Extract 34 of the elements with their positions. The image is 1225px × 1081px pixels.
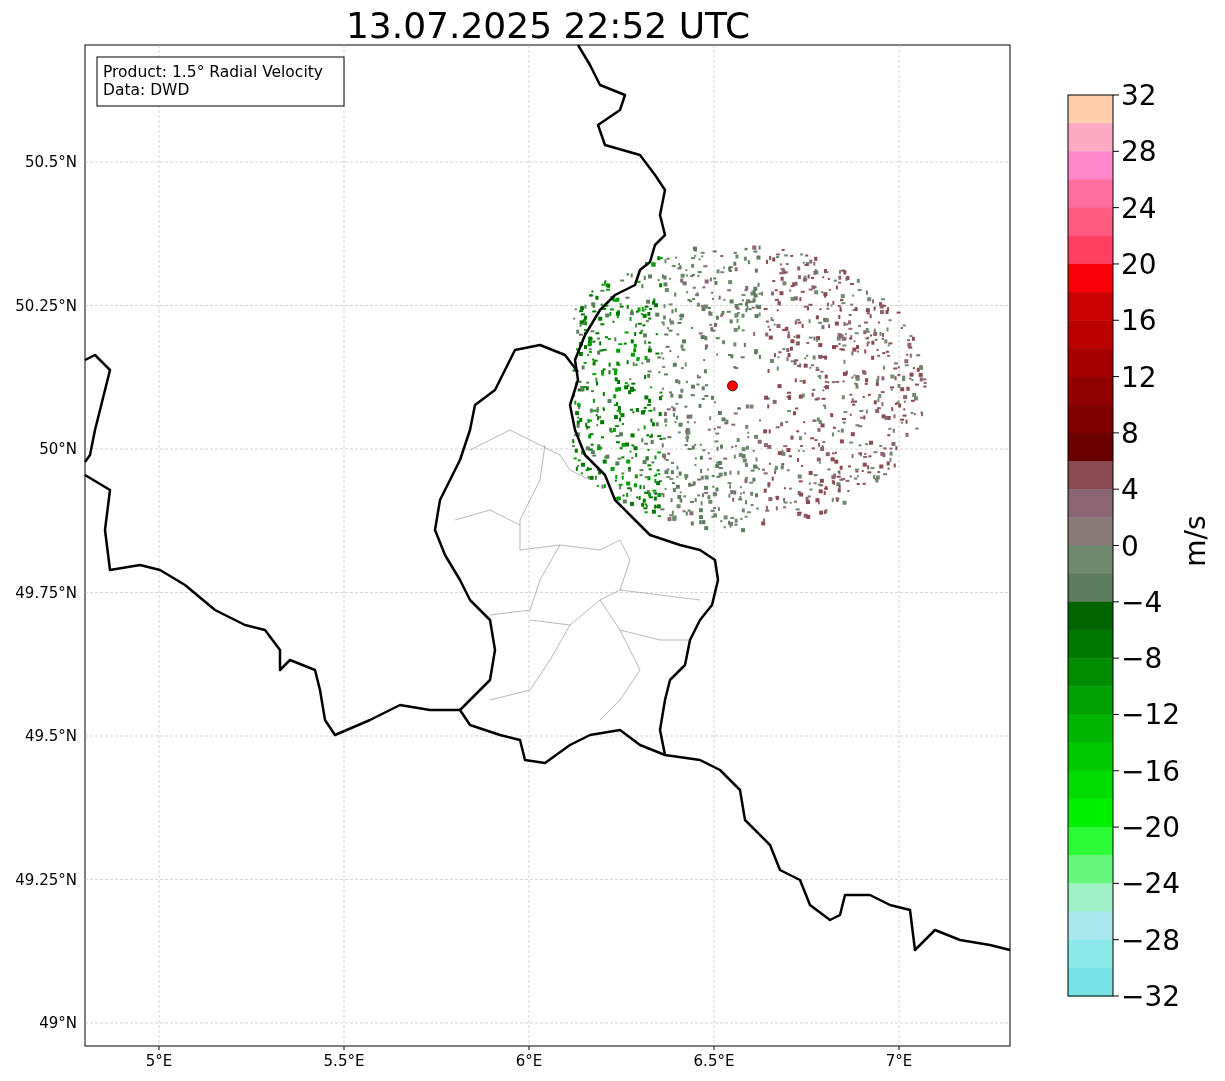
colorbar-tick-label: −20 xyxy=(1121,811,1181,845)
legend-text: Product: 1.5° Radial Velocity xyxy=(103,63,323,81)
colorbar-tick-label: −8 xyxy=(1121,642,1163,676)
axis-tick-label: 50°N xyxy=(39,440,77,458)
colorbar-tick-label: 32 xyxy=(1121,79,1157,112)
axis-tick-label: 50.5°N xyxy=(24,153,77,171)
colorbar-tick-label: 12 xyxy=(1121,360,1157,394)
axis-tick-label: 6°E xyxy=(515,1052,543,1070)
chart-title: 13.07.2025 22:52 UTC xyxy=(345,5,751,46)
axis-tick-label: 5°E xyxy=(145,1052,173,1070)
colorbar-tick-label: −28 xyxy=(1121,923,1181,957)
axis-tick-label: 49.5°N xyxy=(24,727,77,745)
axis-tick-label: 49°N xyxy=(39,1014,77,1032)
colorbar-tick-label: 16 xyxy=(1121,304,1157,338)
legend-text: Data: DWD xyxy=(103,81,190,99)
colorbar-tick-label: 24 xyxy=(1121,191,1157,225)
axis-tick-label: 49.25°N xyxy=(15,870,77,889)
colorbar-tick-label: −24 xyxy=(1121,867,1181,901)
colorbar-tick-label: 4 xyxy=(1121,473,1139,507)
axis-tick-label: 50.25°N xyxy=(15,296,77,315)
radar-site-marker xyxy=(727,380,738,392)
colorbar-tick-label: 8 xyxy=(1121,416,1139,450)
axis-tick-label: 6.5°E xyxy=(693,1052,735,1070)
axis-tick-label: 5.5°E xyxy=(323,1052,365,1070)
colorbar-tick-label: −12 xyxy=(1121,698,1181,732)
axis-tick-label: 7°E xyxy=(885,1052,913,1070)
colorbar-tick-label: −4 xyxy=(1121,585,1163,619)
colorbar-tick-label: 0 xyxy=(1121,529,1139,563)
axis-tick-label: 49.75°N xyxy=(15,583,77,602)
colorbar-tick-label: −32 xyxy=(1121,980,1181,1013)
colorbar-tick-label: −16 xyxy=(1121,754,1181,788)
colorbar-tick-label: 20 xyxy=(1121,247,1157,281)
colorbar-label: m/s xyxy=(1179,515,1212,567)
colorbar-tick-label: 28 xyxy=(1121,135,1157,169)
